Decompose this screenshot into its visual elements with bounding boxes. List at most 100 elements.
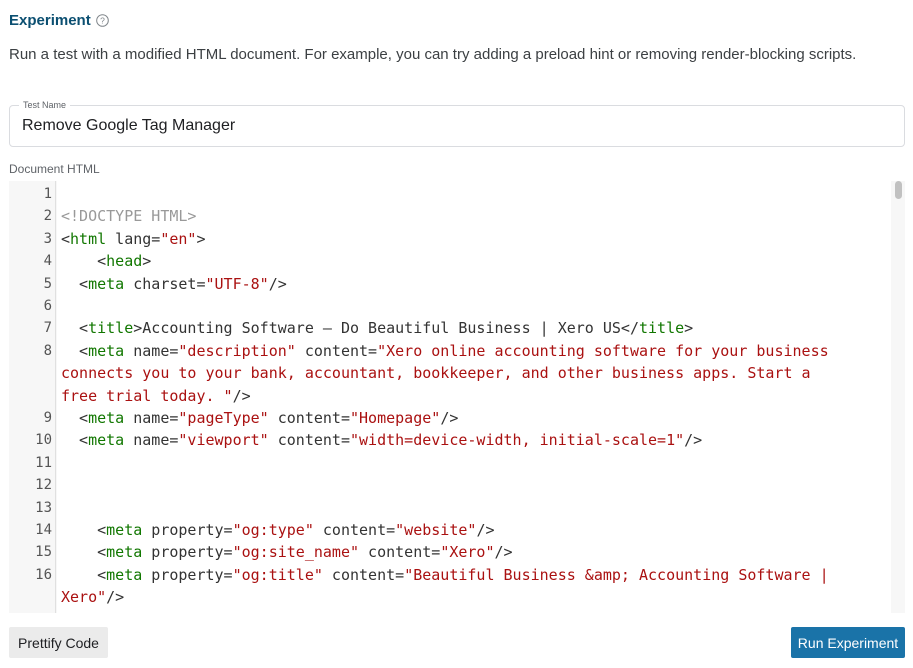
- code-token: title: [638, 319, 685, 338]
- code-token: />: [684, 431, 703, 450]
- code-token: property=: [142, 521, 233, 539]
- code-token: name=: [124, 341, 179, 360]
- code-editor-content[interactable]: <!DOCTYPE HTML> <html lang="en"> <head> <…: [57, 181, 891, 613]
- code-token: <: [61, 252, 107, 271]
- code-token: <: [61, 409, 89, 427]
- code-line[interactable]: <meta property="og:title" content="Beaut…: [61, 564, 891, 586]
- line-number: 15: [35, 544, 52, 561]
- code-token: meta: [106, 543, 143, 562]
- code-token: title: [88, 319, 134, 338]
- code-line[interactable]: <meta property="og:type" content="websit…: [61, 519, 891, 541]
- code-token: name=: [124, 431, 179, 450]
- code-token: />: [268, 274, 287, 293]
- code-token: content=: [268, 431, 350, 450]
- code-token: <: [61, 341, 89, 360]
- code-token: "width=device-width, initial-scale=1": [350, 431, 685, 450]
- code-line[interactable]: connects you to your bank, accountant, b…: [61, 362, 891, 384]
- code-line[interactable]: <html lang="en">: [61, 228, 891, 250]
- code-token: "og:type": [232, 521, 314, 539]
- code-token: "en": [160, 229, 197, 248]
- code-token: name=: [124, 409, 179, 427]
- svg-text:?: ?: [100, 16, 105, 26]
- editor-scrollbar-thumb[interactable]: [895, 181, 902, 199]
- code-token: <!DOCTYPE HTML>: [61, 207, 197, 226]
- code-token: >Accounting Software — Do Beautiful Busi…: [133, 319, 639, 338]
- code-token: />: [232, 386, 251, 405]
- test-name-input[interactable]: [22, 106, 882, 146]
- line-number: 8: [43, 342, 52, 359]
- code-token: <: [61, 431, 89, 450]
- editor-scrollbar[interactable]: [891, 181, 905, 613]
- code-token: html: [70, 229, 107, 248]
- code-token: "og:title": [232, 565, 323, 584]
- code-line[interactable]: <head>: [61, 250, 891, 272]
- experiment-title: Experiment: [9, 12, 91, 29]
- code-token: content=: [268, 409, 350, 427]
- code-token: charset=: [124, 274, 206, 293]
- line-number: 7: [43, 320, 52, 337]
- code-token: >: [684, 319, 694, 338]
- prettify-code-button[interactable]: Prettify Code: [9, 627, 108, 658]
- code-line[interactable]: <meta name="pageType" content="Homepage"…: [61, 407, 891, 429]
- run-experiment-button[interactable]: Run Experiment: [791, 627, 905, 658]
- line-number: 2: [43, 208, 52, 225]
- code-token: content=: [359, 543, 441, 562]
- code-token: "website": [395, 521, 477, 539]
- code-token: property=: [142, 543, 233, 562]
- experiment-description: Run a test with a modified HTML document…: [9, 46, 857, 63]
- code-token: "Homepage": [350, 409, 441, 427]
- code-token: "Xero": [440, 543, 495, 562]
- line-number: 9: [43, 410, 52, 426]
- line-number: 12: [35, 477, 52, 494]
- line-number: 16: [35, 566, 52, 583]
- code-token: connects you to your bank, accountant, b…: [61, 364, 811, 383]
- line-number: 6: [43, 298, 52, 314]
- code-token: />: [476, 521, 495, 539]
- code-line[interactable]: <meta property="og:site_name" content="X…: [61, 541, 891, 563]
- document-html-label: Document HTML: [9, 162, 100, 176]
- line-number: 5: [43, 275, 52, 292]
- code-token: meta: [106, 521, 143, 539]
- code-token: "viewport": [178, 431, 269, 450]
- code-token: <: [61, 543, 107, 562]
- code-token: "Xero online accounting software for you…: [377, 341, 829, 360]
- code-token: "og:site_name": [232, 543, 360, 562]
- code-token: <: [61, 565, 107, 584]
- code-token: meta: [88, 341, 125, 360]
- code-token: <: [61, 229, 71, 248]
- code-token: />: [106, 588, 125, 607]
- code-line[interactable]: <meta name="viewport" content="width=dev…: [61, 429, 891, 451]
- line-number-gutter: 1 2 3 4 5 6 7 8 9 10 11 12 13 14 15 16: [9, 181, 56, 613]
- code-token: content=: [313, 521, 396, 539]
- code-line[interactable]: <!DOCTYPE HTML>: [61, 205, 891, 227]
- code-token: meta: [88, 409, 125, 427]
- code-editor[interactable]: 1 2 3 4 5 6 7 8 9 10 11 12 13 14 15 16 <!DOCTYPE HTML> <…: [9, 181, 905, 613]
- code-line[interactable]: Xero"/>: [61, 586, 891, 608]
- code-token: head: [106, 252, 143, 271]
- code-token: <: [61, 319, 89, 338]
- code-token: />: [440, 409, 459, 427]
- code-token: meta: [88, 274, 125, 293]
- test-name-field[interactable]: Test Name: [9, 100, 905, 147]
- code-token: "pageType": [178, 409, 269, 427]
- code-token: "Beautiful Business &amp; Accounting Sof…: [404, 565, 829, 584]
- code-token: meta: [106, 565, 143, 584]
- experiment-header: Experiment ?: [9, 12, 109, 29]
- code-token: >: [196, 229, 206, 248]
- code-token: meta: [88, 431, 125, 450]
- line-number: 14: [35, 522, 52, 538]
- code-line[interactable]: <meta charset="UTF-8"/>: [61, 273, 891, 295]
- code-token: content=: [295, 341, 378, 360]
- line-number: 3: [43, 230, 52, 247]
- code-line[interactable]: <meta name="description" content="Xero o…: [61, 340, 891, 362]
- code-line[interactable]: <title>Accounting Software — Do Beautifu…: [61, 317, 891, 339]
- help-icon[interactable]: ?: [95, 14, 109, 27]
- code-token: <: [61, 274, 89, 293]
- line-number: 13: [35, 499, 52, 516]
- code-token: lang=: [106, 229, 161, 248]
- code-line[interactable]: free trial today. "/>: [61, 385, 891, 407]
- line-number: 11: [35, 454, 52, 471]
- code-token: />: [494, 543, 513, 562]
- code-token: <: [61, 521, 107, 539]
- code-token: free trial today. ": [61, 386, 233, 405]
